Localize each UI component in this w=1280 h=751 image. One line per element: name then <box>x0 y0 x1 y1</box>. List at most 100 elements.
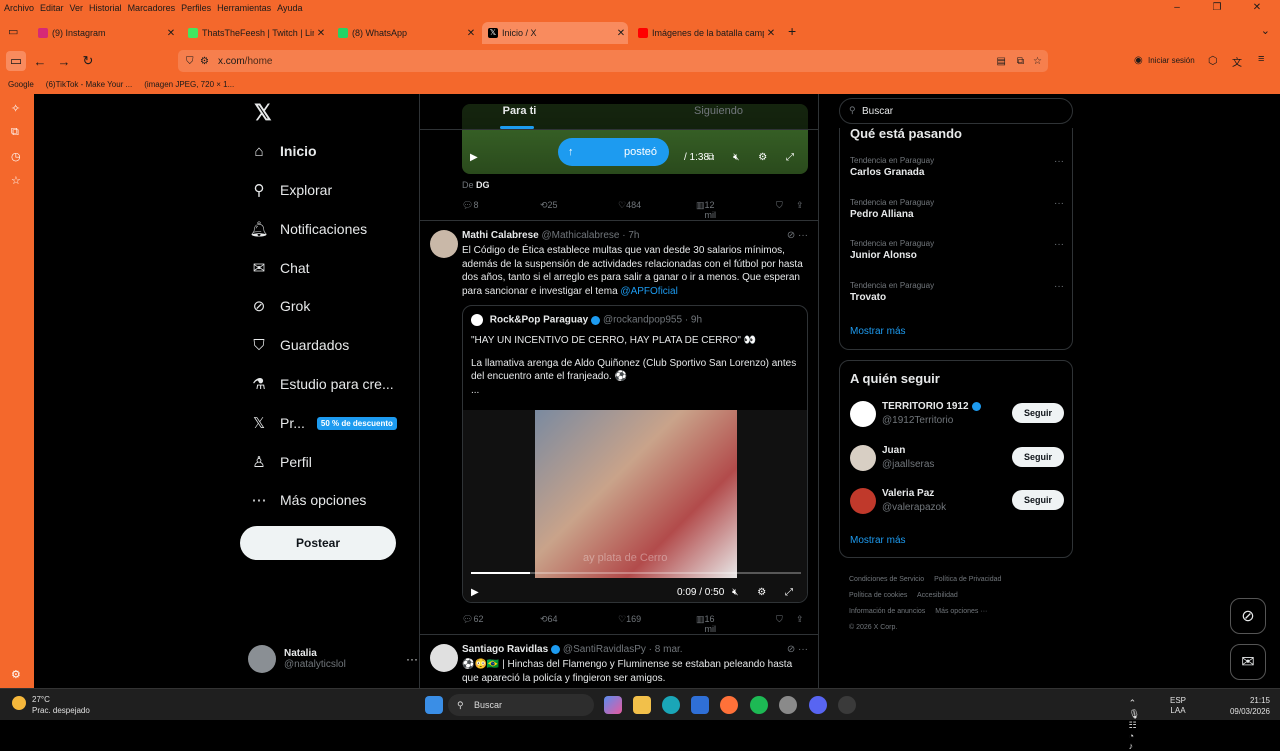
menu-ver[interactable]: Ver <box>70 3 84 13</box>
file-explorer-icon[interactable] <box>633 696 651 714</box>
x-logo-icon[interactable]: 𝕏 <box>254 100 272 126</box>
tab-linktree[interactable]: ThatsTheFeesh | Twitch | Linktre ✕ <box>182 22 328 44</box>
weather-widget[interactable]: 27°C Prac. despejado <box>12 694 90 716</box>
tab-following[interactable]: Siguiendo <box>619 94 818 129</box>
menu-icon[interactable]: ≡ <box>1258 53 1264 65</box>
nav-creator-studio[interactable]: ⚗ Estudio para cre... <box>250 369 393 399</box>
ai-icon[interactable]: ✧ <box>11 102 20 115</box>
views-button[interactable]: ▥ 12 mil <box>696 200 716 220</box>
play-icon[interactable]: ▶ <box>471 587 479 598</box>
more-icon[interactable]: ··· <box>1054 239 1064 250</box>
footer-link[interactable]: Política de Privacidad <box>934 576 1001 583</box>
like-button[interactable]: ♡ 169 <box>618 614 641 625</box>
nav-chat[interactable]: ✉ Chat <box>250 253 310 283</box>
forward-icon[interactable]: → <box>54 51 74 71</box>
footer-link[interactable]: Información de anuncios <box>849 608 925 615</box>
pip-icon[interactable]: ⧉ <box>1017 56 1024 67</box>
menu-archivo[interactable]: Archivo <box>4 3 34 13</box>
account-switcher[interactable]: Natalia @natalyticslol ··· <box>248 642 418 676</box>
video-progress[interactable] <box>471 572 801 574</box>
account-icon[interactable]: ◉ <box>1134 55 1143 66</box>
grok-float-button[interactable]: ⊘ <box>1230 598 1266 634</box>
trend-item[interactable]: Tendencia en Paraguay Trovato ··· <box>850 281 1064 303</box>
nav-profile[interactable]: ♙ Perfil <box>250 447 312 477</box>
trend-item[interactable]: Tendencia en Paraguay Pedro Alliana ··· <box>850 198 1064 220</box>
signin-button[interactable]: Iniciar sesión <box>1148 56 1195 65</box>
bookmark-google[interactable]: Google <box>8 80 34 89</box>
video-settings-icons[interactable]: 🔇︎ ⚙ ⤢ <box>732 587 801 598</box>
new-tab-icon[interactable]: + <box>788 23 796 39</box>
windows-start-icon[interactable] <box>425 696 443 714</box>
more-icon[interactable]: ··· <box>1054 281 1064 292</box>
close-tab-icon[interactable]: ✕ <box>164 28 178 39</box>
discord-icon[interactable] <box>809 696 827 714</box>
footer-link[interactable]: Condiciones de Servicio <box>849 576 924 583</box>
show-more-trends[interactable]: Mostrar más <box>850 326 906 337</box>
language-indicator[interactable]: ESP LAA <box>1170 696 1186 716</box>
share-icon[interactable]: ⇪ <box>796 614 804 625</box>
repost-button[interactable]: ⟲ 25 <box>540 200 558 211</box>
tabs-icon[interactable]: ⧉ <box>11 126 19 139</box>
firefox-icon[interactable] <box>720 696 738 714</box>
outlook-icon[interactable] <box>691 696 709 714</box>
back-icon[interactable]: ← <box>30 51 50 71</box>
history-icon[interactable]: ◷ <box>11 150 21 163</box>
bookmark-image[interactable]: (imagen JPEG, 720 × 1... <box>144 80 234 89</box>
copilot-icon[interactable] <box>604 696 622 714</box>
nav-premium[interactable]: 𝕏 Pr... 50 % de descuento <box>250 408 397 438</box>
views-button[interactable]: ▥ 16 mil <box>696 614 716 634</box>
author-name[interactable]: Santiago Ravidlas <box>462 644 548 655</box>
close-tab-icon[interactable]: ✕ <box>614 28 628 39</box>
author-name[interactable]: Mathi Calabrese <box>462 230 539 241</box>
menu-perfiles[interactable]: Perfiles <box>181 3 211 13</box>
menu-marcadores[interactable]: Marcadores <box>128 3 176 13</box>
follow-button[interactable]: Seguir <box>1012 490 1064 510</box>
settings-icon[interactable]: ⚙ <box>11 668 21 681</box>
messages-float-button[interactable]: ✉ <box>1230 644 1266 680</box>
reply-button[interactable]: 💬︎ 8 <box>462 200 478 211</box>
nav-bookmarks[interactable]: ⛉ Guardados <box>250 330 349 360</box>
menu-herramientas[interactable]: Herramientas <box>217 3 271 13</box>
trend-item[interactable]: Tendencia en Paraguay Carlos Granada ··· <box>850 156 1064 178</box>
reader-icon[interactable]: ▤ <box>997 56 1006 67</box>
close-icon[interactable]: ✕ <box>1240 0 1274 16</box>
minimize-icon[interactable]: – <box>1160 0 1194 16</box>
mention-link[interactable]: @APFOficial <box>620 286 677 297</box>
steam-icon[interactable] <box>838 696 856 714</box>
tab-whatsapp[interactable]: (8) WhatsApp ✕ <box>332 22 478 44</box>
close-tab-icon[interactable]: ✕ <box>314 28 328 39</box>
tab-for-you[interactable]: Para ti <box>420 94 619 129</box>
close-tab-icon[interactable]: ✕ <box>764 28 778 39</box>
tab-list-icon[interactable]: ▭ <box>8 25 18 38</box>
site-info-icon[interactable]: ⚙ <box>200 56 209 67</box>
star-icon[interactable]: ☆ <box>1033 56 1042 67</box>
quoted-tweet[interactable]: Rock&Pop Paraguay @rockandpop955 · 9h "H… <box>462 305 808 603</box>
footer-link[interactable]: Accesibilidad <box>917 592 958 599</box>
author-handle[interactable]: @Mathicalabrese · 7h <box>541 230 639 241</box>
translate-icon[interactable]: 文 <box>1232 54 1242 69</box>
tray-icons[interactable]: ⌃ 🎙︎ ☷ ◔ ♪ <box>1129 698 1146 751</box>
chevron-down-icon[interactable]: ⌄ <box>1261 24 1270 37</box>
sidebar-toggle-icon[interactable]: ▭ <box>6 51 26 71</box>
spotify-icon[interactable] <box>750 696 768 714</box>
follow-suggestion[interactable]: Juan @jaallseras Seguir <box>850 443 1064 475</box>
bookmarks-icon[interactable]: ☆ <box>11 174 21 187</box>
taskbar-search[interactable]: ⚲ Buscar <box>448 694 594 716</box>
from-name[interactable]: DG <box>476 180 490 190</box>
footer-link[interactable]: Política de cookies <box>849 592 907 599</box>
menu-editar[interactable]: Editar <box>40 3 64 13</box>
search-input[interactable]: ⚲ Buscar <box>839 98 1073 124</box>
show-more-follow[interactable]: Mostrar más <box>850 535 906 546</box>
address-bar[interactable]: ⛉ ⚙ x.com/home ▤ ⧉ ☆ <box>178 50 1048 72</box>
quote-video[interactable]: ay plata de Cerro ▶ 0:09 / 0:50 🔇︎ ⚙ ⤢ <box>463 410 807 602</box>
tweet-menu[interactable]: ⊘ ··· <box>787 230 808 241</box>
menu-historial[interactable]: Historial <box>89 3 122 13</box>
shield-icon[interactable]: ⛉ <box>186 56 194 67</box>
extensions-icon[interactable]: ⬡ <box>1208 54 1218 67</box>
like-button[interactable]: ♡ 484 <box>618 200 641 211</box>
nav-home[interactable]: ⌂ Inicio <box>250 136 316 166</box>
repost-button[interactable]: ⟲ 64 <box>540 614 558 625</box>
edge-icon[interactable] <box>662 696 680 714</box>
tab-youtube[interactable]: Imágenes de la batalla campal e ✕ <box>632 22 778 44</box>
more-icon[interactable]: ··· <box>1054 156 1064 167</box>
